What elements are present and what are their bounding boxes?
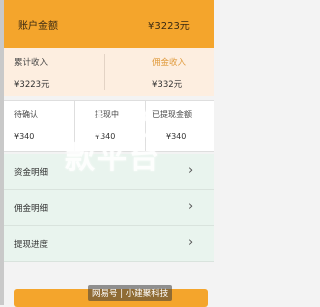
status-pending-value: ¥340	[14, 132, 35, 141]
income-divider	[104, 54, 105, 90]
income-summary: 累计收入 佣金收入 ¥3223元 ¥332元	[4, 48, 214, 96]
account-balance-value: ¥3223元	[148, 20, 190, 32]
chevron-right-icon: ›	[188, 163, 194, 178]
status-pending-title: 待确认	[14, 110, 38, 119]
account-balance-bar: 账户金额 ¥3223元	[4, 0, 214, 48]
watermark-line-2: 款平台	[65, 141, 161, 176]
source-credit-watermark: 网易号 | 小建聚科技	[88, 285, 173, 301]
app-screen: 账户金额 ¥3223元 累计收入 佣金收入 ¥3223元 ¥332元 待确认 ¥…	[0, 0, 214, 307]
cumulative-income-value: ¥3223元	[14, 80, 50, 90]
watermark-line-1: 出 贷	[74, 107, 152, 142]
overlay-watermark-text: 出 贷 款平台	[38, 108, 188, 176]
menu-item-label: 佣金明细	[14, 204, 49, 214]
menu-item-withdrawal-progress[interactable]: 提现进度 ›	[4, 226, 214, 262]
chevron-right-icon: ›	[188, 235, 194, 250]
menu-item-commission-details[interactable]: 佣金明细 ›	[4, 190, 214, 226]
cumulative-income-label: 累计收入	[14, 58, 49, 68]
commission-income-label: 佣金收入	[152, 58, 187, 68]
menu-item-label: 提现进度	[14, 240, 49, 250]
account-balance-label: 账户金额	[18, 20, 58, 32]
commission-income-value: ¥332元	[152, 80, 183, 90]
chevron-right-icon: ›	[188, 199, 194, 214]
